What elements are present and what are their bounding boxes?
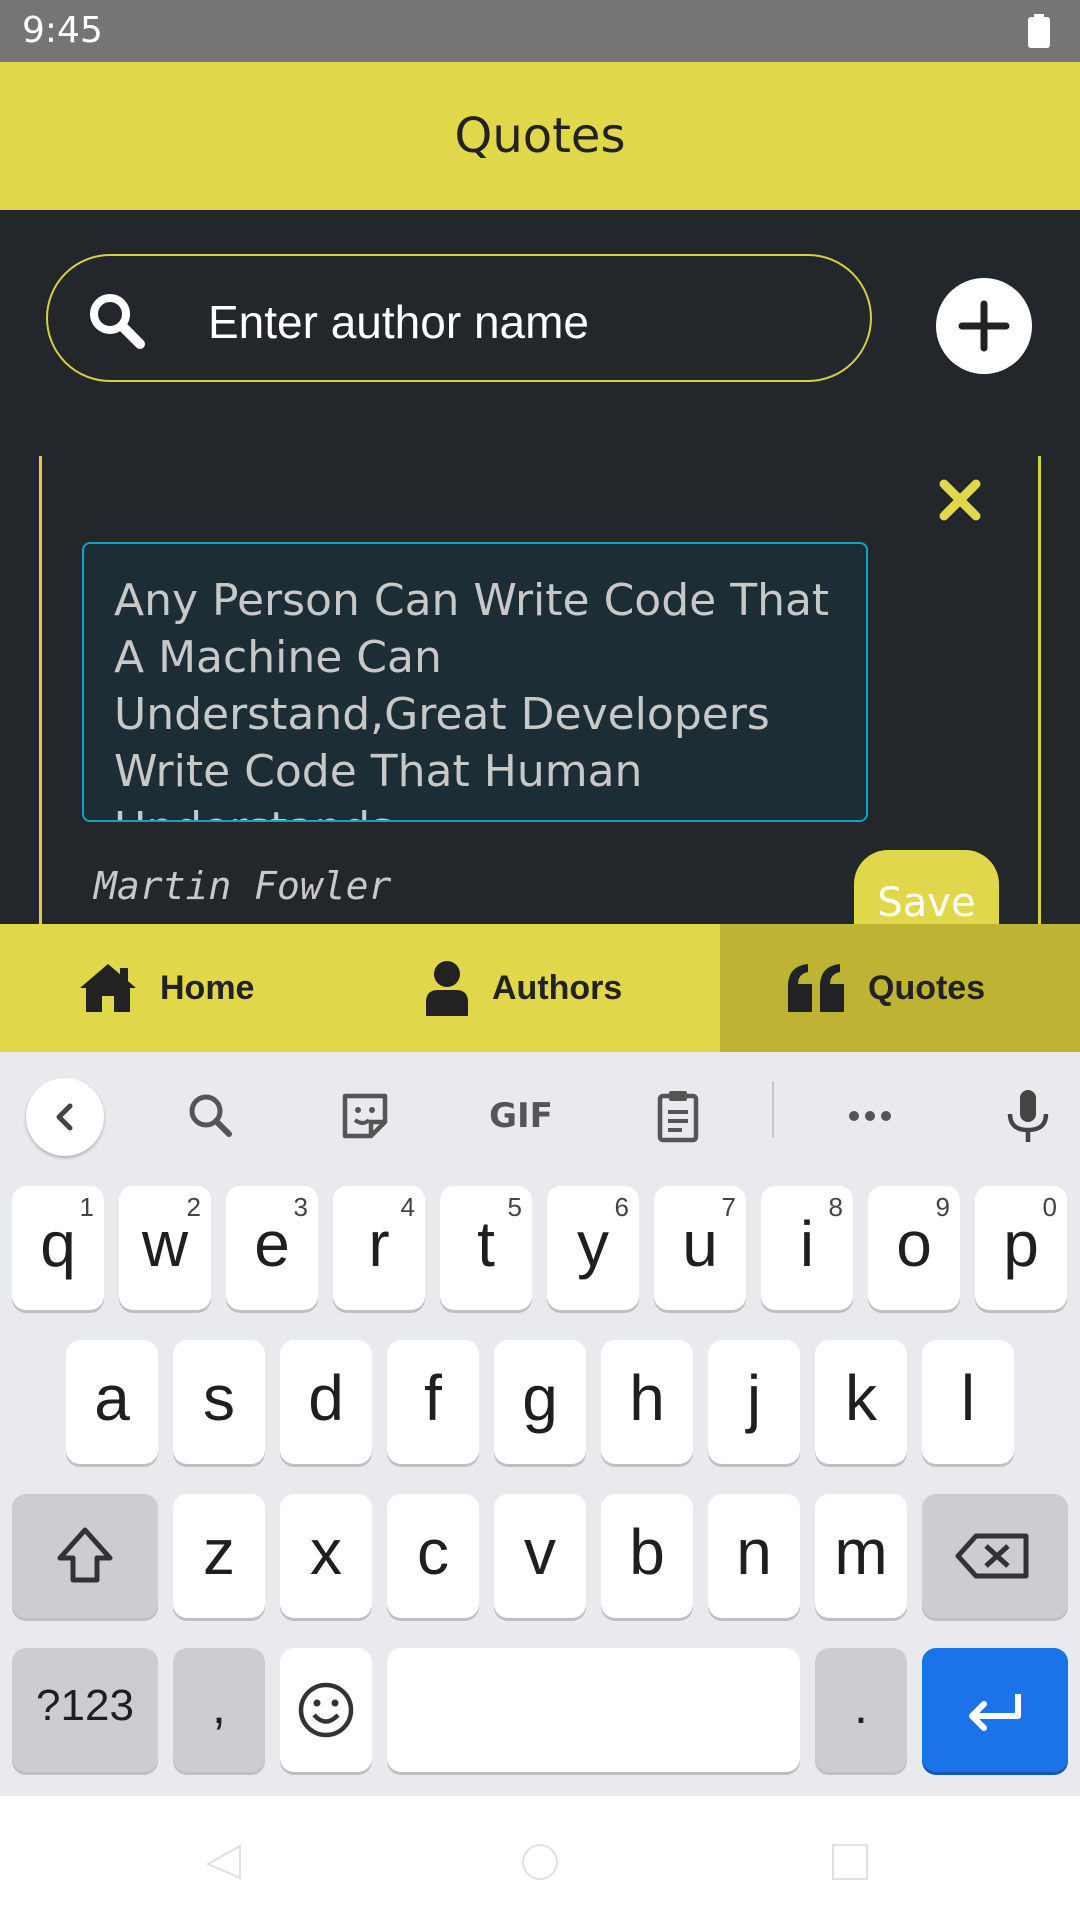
- key-h[interactable]: h: [601, 1340, 693, 1464]
- enter-icon: [969, 1694, 1021, 1731]
- key-a[interactable]: a: [66, 1340, 158, 1464]
- key-k[interactable]: k: [815, 1340, 907, 1464]
- microphone-icon[interactable]: [1000, 1088, 1056, 1144]
- key-b[interactable]: b: [601, 1494, 693, 1618]
- key-j[interactable]: j: [708, 1340, 800, 1464]
- key-q[interactable]: q1: [12, 1186, 104, 1310]
- nav-item-home[interactable]: Home: [78, 924, 254, 1052]
- backspace-key[interactable]: [922, 1494, 1068, 1618]
- status-bar: [0, 0, 1080, 62]
- key-d[interactable]: d: [280, 1340, 372, 1464]
- home-nav-icon[interactable]: [520, 1842, 560, 1882]
- emoji-icon: [298, 1682, 354, 1738]
- key-g[interactable]: g: [494, 1340, 586, 1464]
- emoji-key[interactable]: [280, 1648, 372, 1772]
- keyboard-search-icon[interactable]: [183, 1088, 239, 1144]
- nav-label-quotes: Quotes: [868, 968, 986, 1007]
- toolbar-divider: [772, 1082, 774, 1138]
- close-icon[interactable]: [934, 474, 986, 526]
- recents-nav-icon[interactable]: [830, 1842, 870, 1882]
- quote-icon: [788, 964, 844, 1012]
- space-key[interactable]: [387, 1648, 800, 1772]
- key-m[interactable]: m: [815, 1494, 907, 1618]
- period-key[interactable]: .: [815, 1648, 907, 1772]
- home-icon: [80, 964, 136, 1012]
- chevron-left-icon: [56, 1103, 73, 1131]
- plus-icon: [958, 300, 1010, 352]
- page-title: Quotes: [454, 108, 626, 164]
- key-w[interactable]: w2: [119, 1186, 211, 1310]
- key-l[interactable]: l: [922, 1340, 1014, 1464]
- status-time: 9:45: [22, 10, 103, 51]
- search-icon: [86, 290, 146, 350]
- key-y[interactable]: y6: [547, 1186, 639, 1310]
- gif-button[interactable]: GIF: [486, 1088, 556, 1144]
- enter-key[interactable]: [922, 1648, 1068, 1772]
- key-v[interactable]: v: [494, 1494, 586, 1618]
- key-e[interactable]: e3: [226, 1186, 318, 1310]
- nav-label-home: Home: [160, 968, 255, 1007]
- search-input[interactable]: [208, 292, 828, 352]
- backspace-icon: [955, 1533, 1029, 1579]
- key-z[interactable]: z: [173, 1494, 265, 1618]
- person-icon: [426, 961, 468, 1016]
- key-u[interactable]: u7: [654, 1186, 746, 1310]
- nav-label-authors: Authors: [492, 968, 623, 1007]
- more-icon[interactable]: [842, 1088, 898, 1144]
- nav-item-authors[interactable]: Authors: [424, 924, 622, 1052]
- shift-icon: [57, 1527, 113, 1583]
- nav-item-quotes[interactable]: Quotes: [786, 924, 985, 1052]
- quote-text-field[interactable]: [82, 542, 868, 822]
- quote-author: Martin Fowler: [94, 864, 392, 908]
- key-f[interactable]: f: [387, 1340, 479, 1464]
- symbols-key[interactable]: ?123: [12, 1648, 158, 1772]
- key-o[interactable]: o9: [868, 1186, 960, 1310]
- comma-key[interactable]: ,: [173, 1648, 265, 1772]
- key-n[interactable]: n: [708, 1494, 800, 1618]
- add-quote-button[interactable]: [936, 278, 1032, 374]
- battery-icon: [1028, 14, 1050, 48]
- back-nav-icon[interactable]: [204, 1842, 244, 1882]
- key-t[interactable]: t5: [440, 1186, 532, 1310]
- keyboard-back-button[interactable]: [26, 1078, 104, 1156]
- key-s[interactable]: s: [173, 1340, 265, 1464]
- clipboard-icon[interactable]: [650, 1088, 706, 1144]
- key-x[interactable]: x: [280, 1494, 372, 1618]
- key-r[interactable]: r4: [333, 1186, 425, 1310]
- key-c[interactable]: c: [387, 1494, 479, 1618]
- key-p[interactable]: p0: [975, 1186, 1067, 1310]
- key-i[interactable]: i8: [761, 1186, 853, 1310]
- sticker-icon[interactable]: [337, 1088, 393, 1144]
- shift-key[interactable]: [12, 1494, 158, 1618]
